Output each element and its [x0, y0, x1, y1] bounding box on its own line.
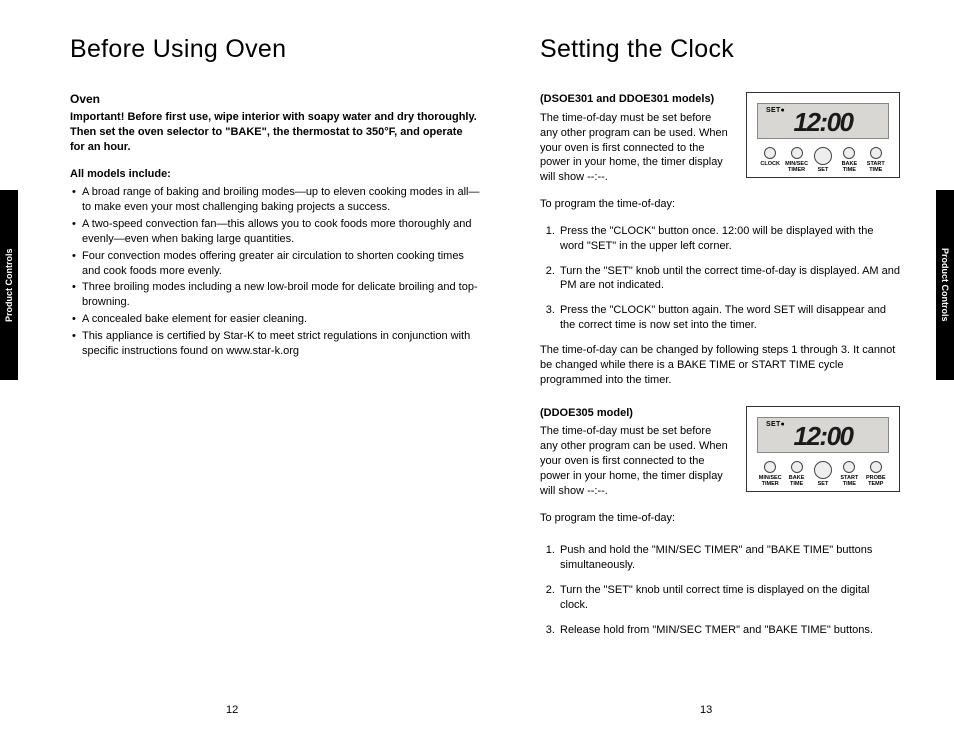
side-tab-right: Product Controls	[936, 190, 954, 380]
list-item: Push and hold the "MIN/SEC TIMER" and "B…	[558, 543, 900, 573]
btn-label: SET	[810, 167, 836, 173]
list-item: Four convection modes offering greater a…	[70, 249, 480, 279]
btn-label: START TIME	[863, 161, 889, 173]
lcd-time: 12:00	[794, 107, 853, 137]
list-item: Press the "CLOCK" button once. 12:00 wil…	[558, 224, 900, 254]
section-clock-2: SET● 12:00 MIN/SEC TIMER BAKE TIME SET S…	[540, 406, 900, 526]
btn-label: PROBE TEMP	[863, 475, 889, 487]
probetemp-button-icon	[870, 461, 882, 473]
list-item: Turn the "SET" knob until the correct ti…	[558, 264, 900, 294]
btn-label: CLOCK	[757, 161, 783, 167]
list-item: A concealed bake element for easier clea…	[70, 312, 480, 327]
list-item: A broad range of baking and broiling mod…	[70, 185, 480, 215]
lcd-display-1: SET● 12:00	[757, 103, 889, 139]
panel-buttons-1: CLOCK MIN/SEC TIMER SET BAKE TIME START …	[757, 147, 889, 173]
page-title-left: Before Using Oven	[70, 35, 480, 64]
clock-panel-2: SET● 12:00 MIN/SEC TIMER BAKE TIME SET S…	[746, 406, 900, 492]
intro-text-2: The time-of-day must be set before any o…	[540, 424, 730, 498]
page-number-left: 12	[226, 704, 238, 716]
clock-button-icon	[764, 147, 776, 159]
intro-text-1: The time-of-day must be set before any o…	[540, 111, 730, 185]
starttime-button-icon	[870, 147, 882, 159]
btn-label: BAKE TIME	[836, 161, 862, 173]
lcd-display-2: SET● 12:00	[757, 417, 889, 453]
btn-label: MIN/SEC TIMER	[757, 475, 783, 487]
baketime-button-icon	[843, 147, 855, 159]
page-left: Before Using Oven Oven Important! Before…	[70, 35, 480, 361]
list-item: Turn the "SET" knob until correct time i…	[558, 583, 900, 613]
steps-list-1: Press the "CLOCK" button once. 12:00 wil…	[540, 224, 900, 333]
set-knob-icon	[814, 147, 832, 165]
all-models-heading: All models include:	[70, 167, 480, 182]
features-list: A broad range of baking and broiling mod…	[70, 185, 480, 358]
set-knob-icon	[814, 461, 832, 479]
btn-label: BAKE TIME	[783, 475, 809, 487]
section-oven-heading: Oven	[70, 92, 480, 106]
lcd-set-indicator: SET●	[766, 107, 785, 114]
toprogram-2: To program the time-of-day:	[540, 511, 730, 526]
list-item: Press the "CLOCK" button again. The word…	[558, 303, 900, 333]
important-note: Important! Before first use, wipe interi…	[70, 110, 480, 155]
minsec-button-icon	[764, 461, 776, 473]
page-right: Setting the Clock SET● 12:00 CLOCK MIN/S…	[540, 35, 900, 648]
list-item: Three broiling modes including a new low…	[70, 280, 480, 310]
panel-buttons-2: MIN/SEC TIMER BAKE TIME SET START TIME P…	[757, 461, 889, 487]
steps-list-2: Push and hold the "MIN/SEC TIMER" and "B…	[540, 537, 900, 637]
minsec-button-icon	[791, 147, 803, 159]
list-item: Release hold from "MIN/SEC TMER" and "BA…	[558, 623, 900, 638]
list-item: A two-speed convection fan—this allows y…	[70, 217, 480, 247]
btn-label: START TIME	[836, 475, 862, 487]
note-1: The time-of-day can be changed by follow…	[540, 343, 900, 388]
list-item: This appliance is certified by Star-K to…	[70, 329, 480, 359]
lcd-set-indicator: SET●	[766, 421, 785, 428]
clock-panel-1: SET● 12:00 CLOCK MIN/SEC TIMER SET BAKE …	[746, 92, 900, 178]
section-clock-1: SET● 12:00 CLOCK MIN/SEC TIMER SET BAKE …	[540, 92, 900, 212]
baketime-button-icon	[791, 461, 803, 473]
page-title-right: Setting the Clock	[540, 35, 900, 64]
btn-label: SET	[810, 481, 836, 487]
btn-label: MIN/SEC TIMER	[783, 161, 809, 173]
lcd-time: 12:00	[794, 421, 853, 451]
side-tab-left: Product Controls	[0, 190, 18, 380]
page-number-right: 13	[700, 704, 712, 716]
toprogram-1: To program the time-of-day:	[540, 197, 730, 212]
starttime-button-icon	[843, 461, 855, 473]
